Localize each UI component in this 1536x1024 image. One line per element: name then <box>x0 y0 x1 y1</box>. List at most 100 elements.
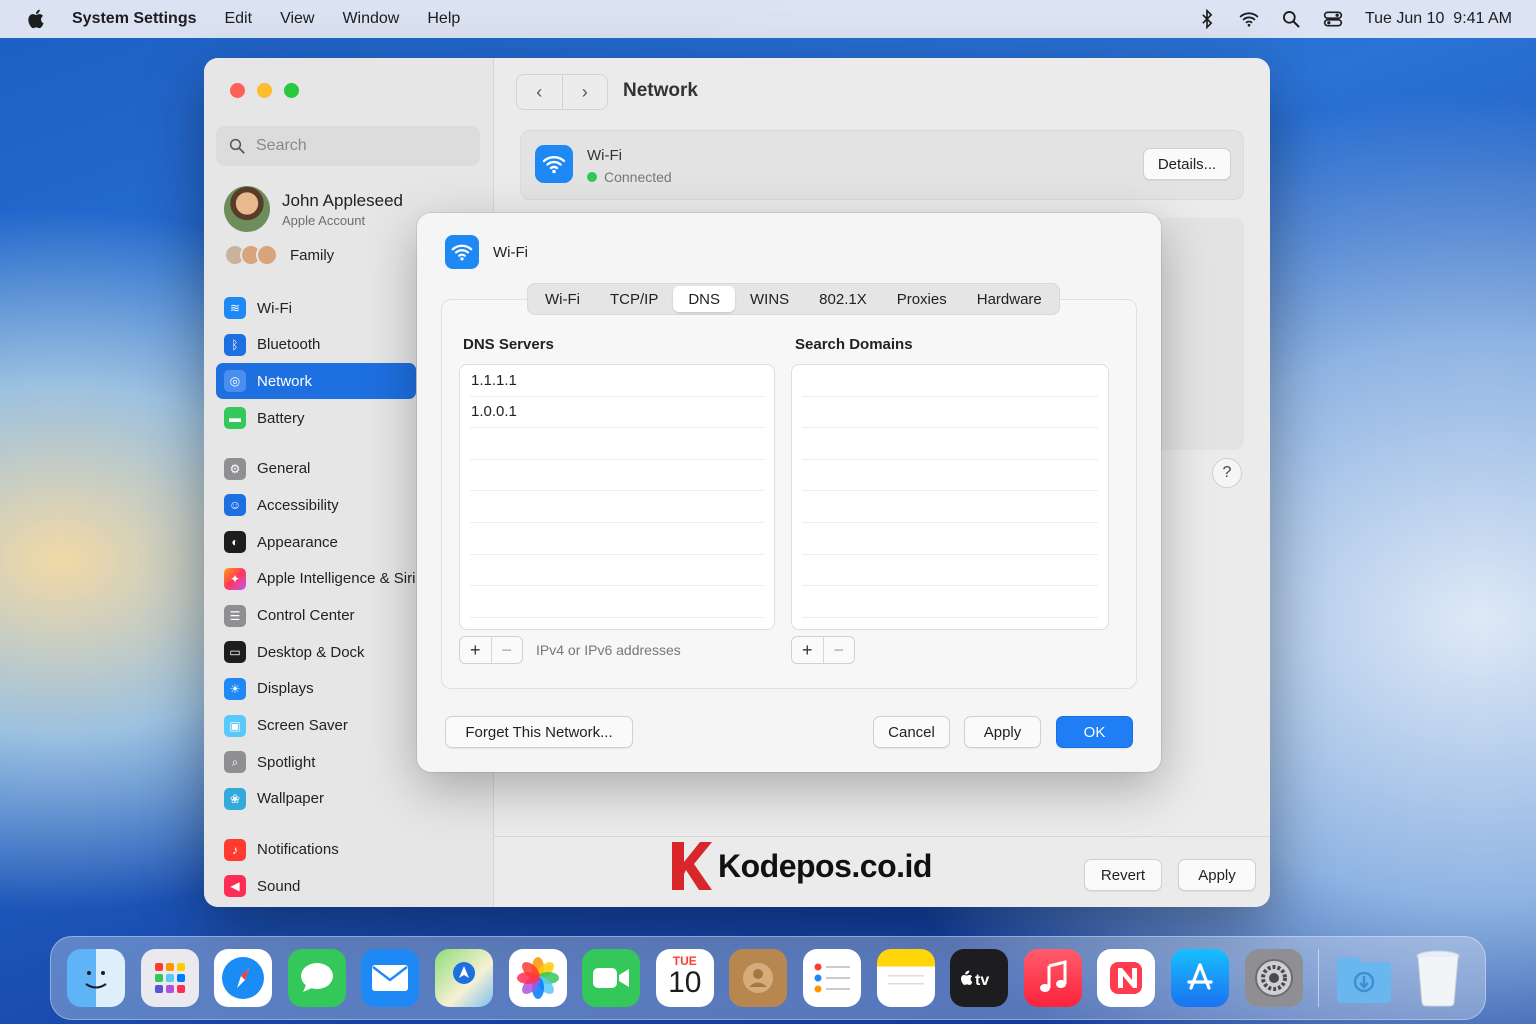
forget-network-button[interactable]: Forget This Network... <box>445 716 633 748</box>
sidebar-item-displays[interactable]: ☀ Displays <box>216 671 416 707</box>
details-button[interactable]: Details... <box>1143 148 1231 180</box>
finder-icon[interactable] <box>67 949 125 1007</box>
photos-icon[interactable] <box>508 949 567 1007</box>
wifi-status-icon[interactable] <box>1239 9 1259 29</box>
list-item[interactable]: 1.1.1.1 <box>470 365 764 397</box>
sidebar-item-screen-saver[interactable]: ▣ Screen Saver <box>216 708 416 744</box>
tab-8021x[interactable]: 802.1X <box>804 286 882 312</box>
help-button[interactable]: ? <box>1212 458 1242 488</box>
music-icon[interactable] <box>1023 949 1082 1007</box>
control-center-icon[interactable] <box>1323 9 1343 29</box>
news-icon[interactable] <box>1097 949 1156 1007</box>
sidebar-item-notifications[interactable]: ♪ Notifications <box>216 832 416 868</box>
safari-icon[interactable] <box>214 949 273 1007</box>
dns-hint: IPv4 or IPv6 addresses <box>536 642 681 658</box>
user-subtitle: Apple Account <box>282 212 366 228</box>
sidebar-item-label: Displays <box>257 680 314 698</box>
add-domain-button[interactable]: + <box>792 637 824 663</box>
bell-icon: ♪ <box>224 838 246 861</box>
wifi-icon <box>535 145 573 183</box>
remove-dns-button[interactable]: − <box>492 637 523 663</box>
sidebar-item-label: Appearance <box>257 533 338 551</box>
sidebar-item-bluetooth[interactable]: ᛒ Bluetooth <box>216 327 416 363</box>
maps-icon[interactable] <box>434 949 493 1007</box>
search-domains-title: Search Domains <box>795 336 913 353</box>
remove-domain-button[interactable]: − <box>824 637 855 663</box>
menu-app-name[interactable]: System Settings <box>72 10 196 28</box>
page-title: Network <box>623 80 698 101</box>
bluetooth-icon[interactable] <box>1197 9 1217 29</box>
cancel-button[interactable]: Cancel <box>873 716 950 748</box>
trash-icon[interactable] <box>1409 949 1467 1007</box>
bluetooth-icon: ᛒ <box>224 333 246 356</box>
sheet-title: Wi-Fi <box>493 243 528 261</box>
sidebar-item-siri[interactable]: ✦ Apple Intelligence & Siri <box>216 561 416 597</box>
tab-dns[interactable]: DNS <box>673 286 735 312</box>
sidebar-item-spotlight[interactable]: ⌕ Spotlight <box>216 744 416 780</box>
add-dns-button[interactable]: + <box>460 637 492 663</box>
empty-row <box>470 555 764 587</box>
downloads-folder-icon[interactable] <box>1335 949 1393 1007</box>
system-settings-icon[interactable] <box>1244 949 1303 1007</box>
tab-bar: Wi-Fi TCP/IP DNS WINS 802.1X Proxies Har… <box>527 283 1060 315</box>
sidebar-nav: ≋ Wi-Fi ᛒ Bluetooth ◎ Network ▬ Battery ⚙ Gen… <box>216 290 416 905</box>
sidebar-item-label: Spotlight <box>257 753 316 771</box>
tab-wins[interactable]: WINS <box>735 286 804 312</box>
menu-window[interactable]: Window <box>342 10 399 28</box>
close-button[interactable] <box>230 83 245 98</box>
tab-proxies[interactable]: Proxies <box>882 286 962 312</box>
notes-icon[interactable] <box>876 949 935 1007</box>
sidebar-item-sound[interactable]: ◀ Sound <box>216 868 416 904</box>
apple-account-item[interactable]: John Appleseed Apple Account <box>224 186 403 232</box>
app-store-icon[interactable] <box>1170 949 1229 1007</box>
tab-wifi[interactable]: Wi-Fi <box>530 286 595 312</box>
menu-view[interactable]: View <box>280 10 314 28</box>
sidebar-item-control-center[interactable]: ☰ Control Center <box>216 598 416 634</box>
ok-button[interactable]: OK <box>1056 716 1133 748</box>
apple-menu-icon[interactable] <box>26 8 48 30</box>
launchpad-icon[interactable] <box>140 949 199 1007</box>
sidebar-item-wifi[interactable]: ≋ Wi-Fi <box>216 290 416 326</box>
list-item[interactable]: 1.0.0.1 <box>470 397 764 429</box>
tab-tcpip[interactable]: TCP/IP <box>595 286 673 312</box>
mail-icon[interactable] <box>361 949 420 1007</box>
minimize-button[interactable] <box>257 83 272 98</box>
history-nav: ‹ › <box>516 74 608 110</box>
calendar-icon[interactable]: TUE 10 <box>655 949 714 1007</box>
empty-row <box>802 523 1098 555</box>
contacts-icon[interactable] <box>729 949 788 1007</box>
family-item[interactable]: Family <box>224 244 334 266</box>
messages-icon[interactable] <box>287 949 346 1007</box>
sidebar-item-network[interactable]: ◎ Network <box>216 363 416 400</box>
search-domains-list[interactable] <box>791 364 1109 630</box>
wifi-service-row[interactable]: Wi-Fi Connected Details... <box>520 130 1244 200</box>
sidebar-item-wallpaper[interactable]: ❀ Wallpaper <box>216 781 416 817</box>
revert-button[interactable]: Revert <box>1084 859 1162 891</box>
sidebar-search-field[interactable]: Search <box>216 126 480 166</box>
footer-apply-button[interactable]: Apply <box>1178 859 1256 891</box>
back-chevron-icon[interactable]: ‹ <box>517 75 563 109</box>
facetime-icon[interactable] <box>582 949 641 1007</box>
dns-servers-list[interactable]: 1.1.1.1 1.0.0.1 <box>459 364 775 630</box>
tab-hardware[interactable]: Hardware <box>962 286 1057 312</box>
forward-chevron-icon[interactable]: › <box>563 75 608 109</box>
menu-clock[interactable]: Tue Jun 10 9:41 AM <box>1365 10 1512 28</box>
sidebar-item-desktop-dock[interactable]: ▭ Desktop & Dock <box>216 634 416 670</box>
dock-icon: ▭ <box>224 641 246 664</box>
sidebar-item-general[interactable]: ⚙ General <box>216 451 416 487</box>
calendar-day: 10 <box>668 966 702 999</box>
sidebar-item-appearance[interactable]: ◐ Appearance <box>216 524 416 560</box>
sidebar-item-accessibility[interactable]: ☺ Accessibility <box>216 487 416 523</box>
spotlight-search-icon[interactable] <box>1281 9 1301 29</box>
sidebar-item-battery[interactable]: ▬ Battery <box>216 400 416 436</box>
menu-help[interactable]: Help <box>427 10 460 28</box>
empty-row <box>470 523 764 555</box>
screen-saver-icon: ▣ <box>224 714 246 737</box>
tv-icon[interactable]: tv <box>950 949 1009 1007</box>
battery-icon: ▬ <box>224 407 246 430</box>
appearance-icon: ◐ <box>224 531 246 554</box>
reminders-icon[interactable] <box>802 949 861 1007</box>
menu-edit[interactable]: Edit <box>224 10 252 28</box>
zoom-button[interactable] <box>284 83 299 98</box>
apply-button[interactable]: Apply <box>964 716 1041 748</box>
